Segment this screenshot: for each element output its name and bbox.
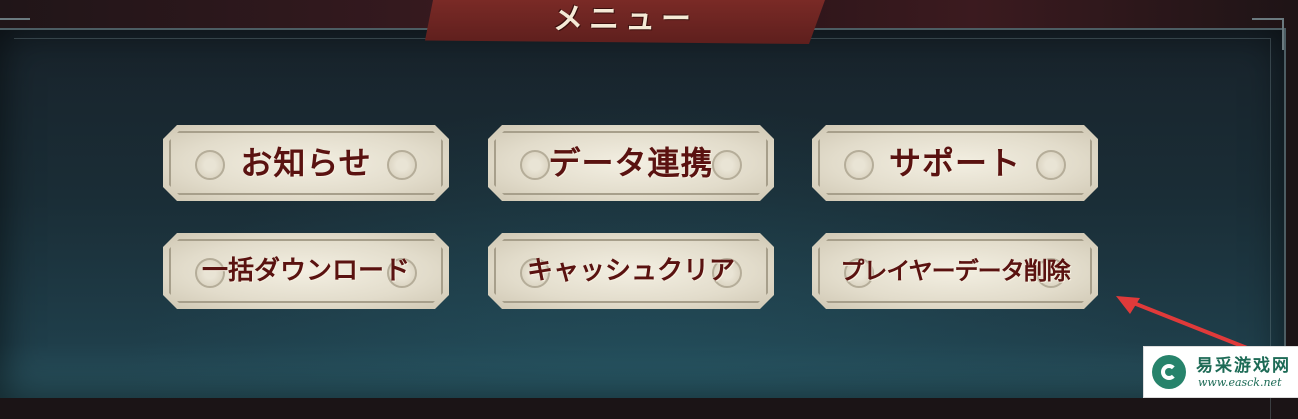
delete-player-data-button[interactable]: プレイヤーデータ削除	[812, 233, 1098, 309]
news-button-label: お知らせ	[240, 144, 372, 182]
watermark-title: 易采游戏网	[1196, 356, 1291, 376]
watermark: 易采游戏网 www.easck.net	[1143, 346, 1298, 398]
watermark-url: www.easck.net	[1198, 376, 1282, 389]
support-button-label: サポート	[888, 144, 1021, 182]
menu-panel	[0, 28, 1286, 419]
delete-player-data-button-label: プレイヤーデータ削除	[840, 256, 1070, 285]
clear-cache-button-label: キャッシュクリア	[526, 256, 735, 286]
panel-border-line	[14, 38, 1271, 419]
bulk-download-button-label: 一括ダウンロード	[201, 256, 410, 286]
support-button[interactable]: サポート	[812, 125, 1098, 201]
data-link-button-label: データ連携	[548, 144, 714, 182]
menu-title: メニュー	[553, 2, 697, 37]
watermark-logo-icon	[1152, 355, 1186, 389]
clear-cache-button[interactable]: キャッシュクリア	[488, 233, 774, 309]
panel-corner-ornament-right	[1252, 18, 1284, 50]
news-button[interactable]: お知らせ	[163, 125, 449, 201]
red-arrow-icon	[1116, 296, 1249, 350]
bulk-download-button[interactable]: 一括ダウンロード	[163, 233, 449, 309]
data-link-button[interactable]: データ連携	[488, 125, 774, 201]
panel-corner-ornament-left	[0, 18, 30, 50]
